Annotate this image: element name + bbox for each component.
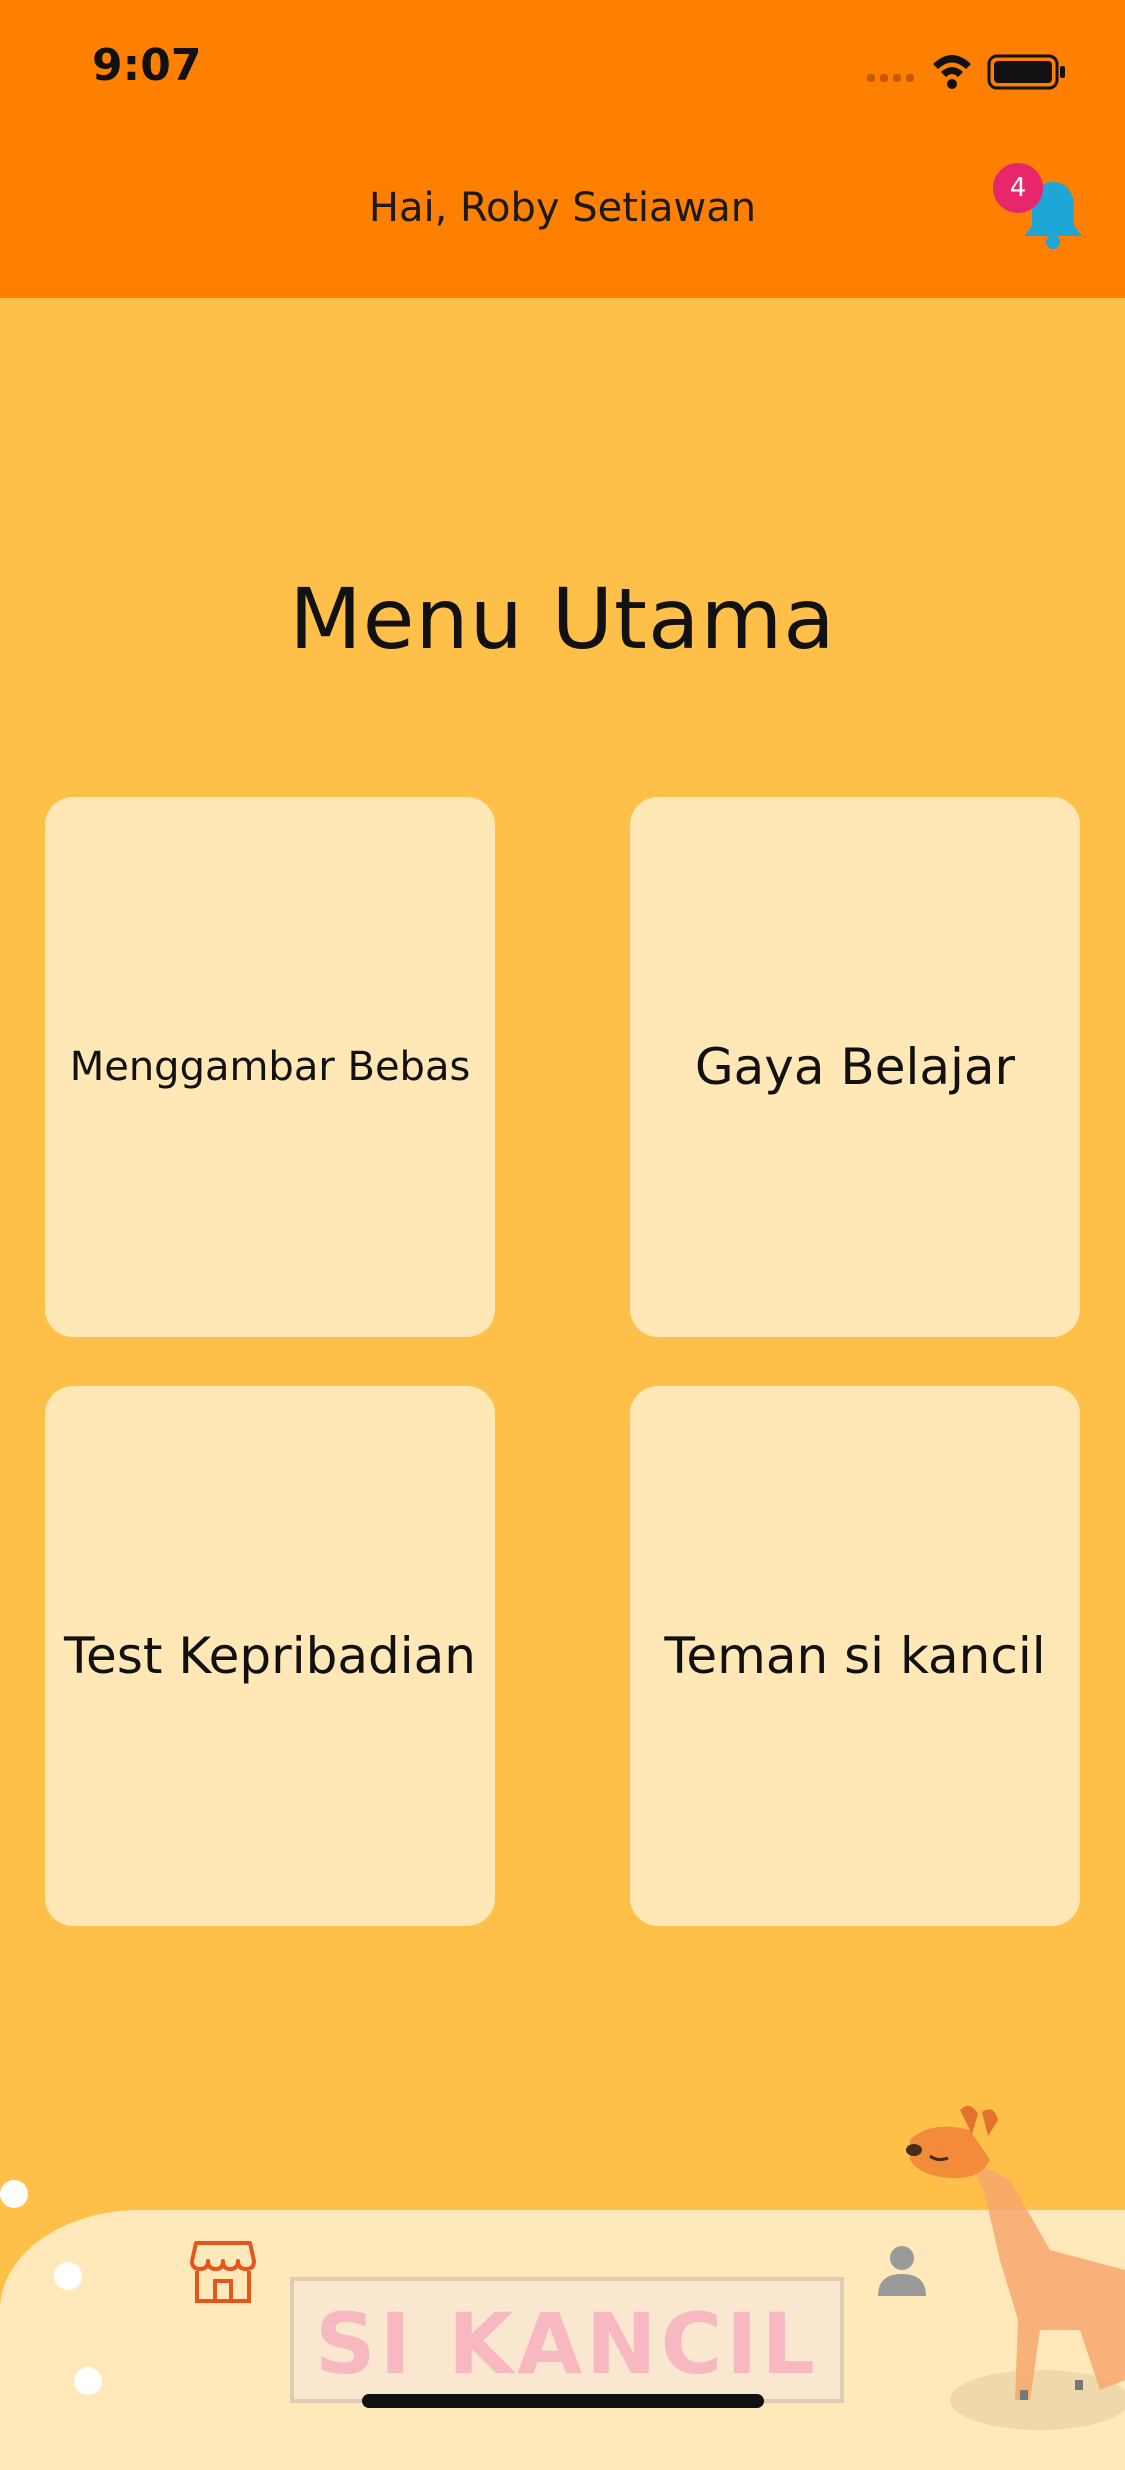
home-indicator (362, 2394, 764, 2408)
menu-card-test-kepribadian[interactable]: Test Kepribadian (45, 1386, 495, 1926)
menu-card-label: Menggambar Bebas (69, 1044, 471, 1090)
notification-badge[interactable]: 4 (993, 163, 1043, 213)
menu-card-label: Gaya Belajar (694, 1038, 1016, 1096)
status-icons (867, 54, 1065, 90)
store-icon[interactable] (188, 2237, 258, 2307)
menu-card-teman-si-kancil[interactable]: Teman si kancil (630, 1386, 1080, 1926)
decor-dot (0, 2180, 28, 2208)
app-header: 9:07 Hai, Roby Setiawan 4 (0, 0, 1125, 298)
menu-card-menggambar-bebas[interactable]: Menggambar Bebas (45, 797, 495, 1337)
menu-card-label: Teman si kancil (664, 1627, 1046, 1685)
wifi-icon (933, 55, 971, 89)
battery-icon (987, 54, 1065, 90)
signal-icon (867, 74, 914, 82)
menu-card-gaya-belajar[interactable]: Gaya Belajar (630, 797, 1080, 1337)
greeting-text: Hai, Roby Setiawan (368, 185, 757, 231)
deer-illustration (906, 2105, 1125, 2430)
menu-card-label: Test Kepribadian (64, 1627, 476, 1685)
brand-text: SI KANCIL (315, 2295, 819, 2393)
page-title: Menu Utama (289, 570, 836, 668)
brand-sign: SI KANCIL (290, 2277, 844, 2403)
status-time: 9:07 (92, 40, 202, 91)
decor-dot (74, 2367, 102, 2395)
decor-dot (54, 2262, 82, 2290)
